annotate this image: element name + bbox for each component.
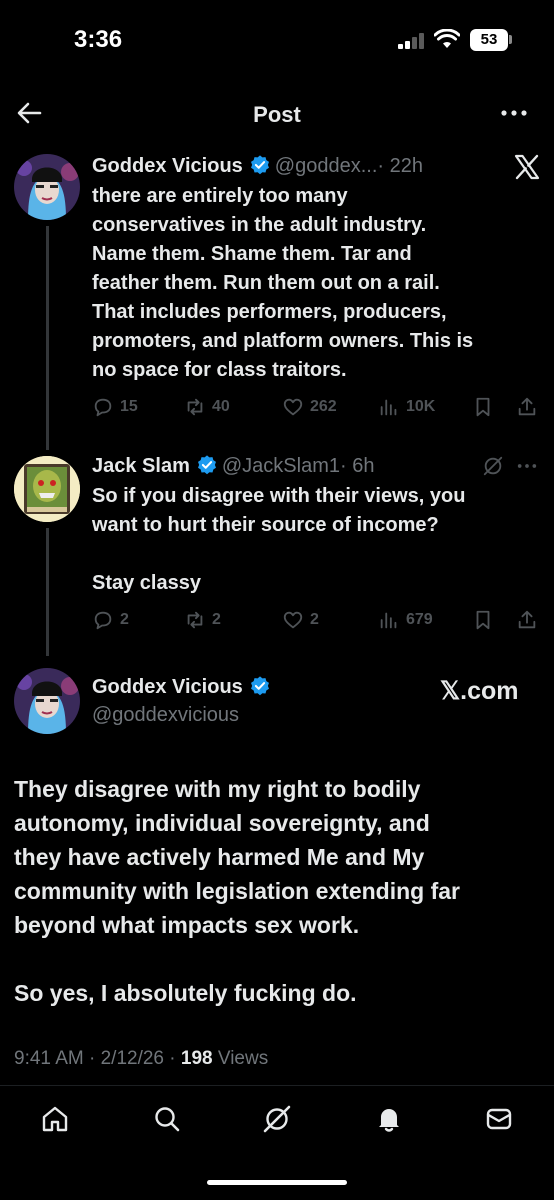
- bottom-nav: [0, 1085, 554, 1151]
- post-views-count[interactable]: 198: [181, 1048, 213, 1069]
- views-count: 679: [406, 611, 433, 628]
- battery-tip: [509, 35, 512, 44]
- repost-count: 40: [212, 398, 230, 415]
- author-handle[interactable]: @goddexvicious: [92, 704, 239, 726]
- share-icon[interactable]: [516, 394, 538, 420]
- author-name[interactable]: Goddex Vicious: [92, 155, 243, 177]
- battery-icon: 53: [470, 29, 508, 51]
- thread-line: [46, 528, 49, 656]
- tweet-time: · 22h: [377, 155, 423, 177]
- thread-line: [46, 226, 49, 450]
- bookmark-icon[interactable]: [472, 394, 494, 420]
- page-title: Post: [253, 102, 301, 127]
- like-button[interactable]: 2: [282, 607, 319, 633]
- main-post-author: Goddex Vicious: [92, 675, 275, 699]
- views-icon: [380, 612, 397, 629]
- main-post-text: They disagree with my right to bodily au…: [14, 776, 460, 1006]
- grok-icon[interactable]: [262, 1104, 292, 1134]
- like-count: 262: [310, 398, 337, 415]
- grok-icon[interactable]: [482, 455, 504, 477]
- like-icon: [283, 398, 303, 416]
- tweet-text: there are entirely too many conservative…: [92, 185, 474, 381]
- author-name[interactable]: Jack Slam: [92, 455, 190, 477]
- reply-count: 2: [120, 611, 129, 628]
- wifi-icon: [434, 29, 460, 48]
- repost-icon: [187, 611, 203, 629]
- repost-button[interactable]: 2: [184, 607, 221, 633]
- source-watermark: 𝕏.com: [440, 677, 519, 705]
- post-date: · 2/12/26 ·: [89, 1048, 176, 1069]
- reply-button[interactable]: 2: [92, 607, 129, 633]
- reply-count: 15: [120, 398, 138, 415]
- reply-icon: [94, 398, 112, 417]
- home-indicator[interactable]: [207, 1180, 347, 1185]
- more-icon[interactable]: [516, 455, 538, 477]
- avatar[interactable]: [14, 668, 80, 734]
- like-icon: [283, 611, 303, 629]
- post-header: Post: [0, 90, 554, 140]
- repost-icon: [187, 398, 203, 416]
- author-handle[interactable]: @goddex...: [275, 155, 378, 177]
- reply-icon: [94, 611, 112, 630]
- tweet-header: Goddex Vicious @goddex...· 22h: [92, 154, 423, 178]
- verified-icon: [197, 455, 216, 475]
- avatar[interactable]: [14, 456, 80, 522]
- reply-button[interactable]: 15: [92, 394, 138, 420]
- tweet-header: Jack Slam @JackSlam1· 6h: [92, 454, 374, 478]
- messages-icon[interactable]: [484, 1104, 514, 1134]
- status-time: 3:36: [74, 26, 123, 53]
- views-icon: [380, 399, 397, 416]
- tweet-actions: 2 2 2 679: [92, 607, 542, 635]
- author-handle[interactable]: @JackSlam1: [222, 455, 340, 477]
- avatar[interactable]: [14, 154, 80, 220]
- tweet-actions: 15 40 262 10K: [92, 394, 542, 422]
- share-icon[interactable]: [516, 607, 538, 633]
- more-icon[interactable]: [498, 100, 530, 126]
- home-icon[interactable]: [40, 1104, 70, 1134]
- verified-icon: [250, 676, 269, 696]
- signal-icon: [398, 33, 424, 49]
- bookmark-icon[interactable]: [472, 607, 494, 633]
- like-button[interactable]: 262: [282, 394, 337, 420]
- x-logo-icon: [514, 154, 540, 180]
- views-count: 10K: [406, 398, 436, 415]
- like-count: 2: [310, 611, 319, 628]
- notifications-icon[interactable]: [374, 1104, 404, 1134]
- repost-count: 2: [212, 611, 221, 628]
- search-icon[interactable]: [152, 1104, 182, 1134]
- post-views-label: Views: [217, 1048, 269, 1069]
- author-name[interactable]: Goddex Vicious: [92, 676, 243, 698]
- views-button[interactable]: 10K: [378, 394, 435, 420]
- main-post-handle-line: @goddexvicious: [92, 704, 239, 727]
- verified-icon: [250, 155, 269, 175]
- views-button[interactable]: 679: [378, 607, 433, 633]
- status-bar: 3:36 53: [0, 0, 554, 80]
- tweet-text: So if you disagree with their views, you…: [92, 485, 466, 594]
- post-meta: 9:41 AM · 2/12/26 · 198 Views: [14, 1048, 268, 1070]
- tweet-time: · 6h: [339, 455, 375, 477]
- repost-button[interactable]: 40: [184, 394, 230, 420]
- post-time: 9:41 AM: [14, 1048, 84, 1069]
